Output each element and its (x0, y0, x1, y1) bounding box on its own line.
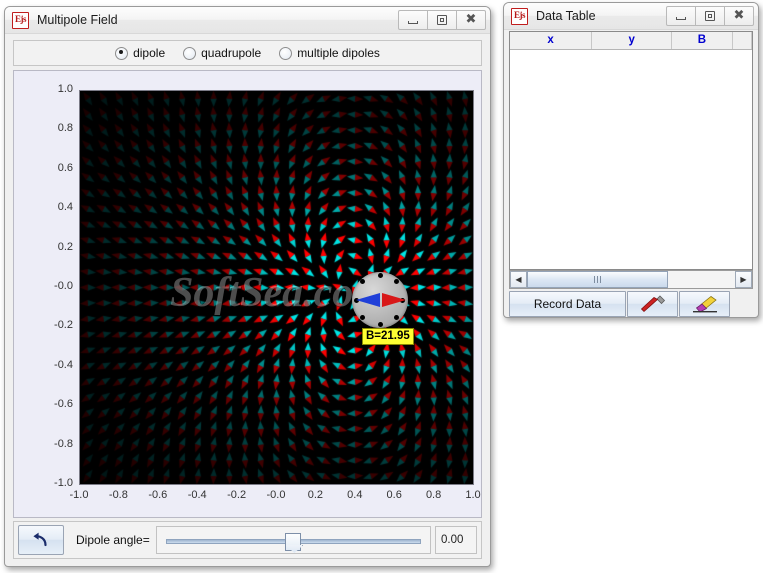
wrench-icon (640, 295, 665, 313)
maximize-button[interactable] (695, 6, 725, 26)
y-axis-tick-label: -0.6 (54, 398, 73, 411)
data-table-column-header[interactable]: y (592, 32, 673, 49)
broom-icon (692, 296, 717, 313)
radio-multiple-dipoles-icon (279, 46, 293, 60)
close-icon: ✖ (465, 12, 477, 27)
radio-quadrupole[interactable]: quadrupole (183, 46, 261, 60)
x-axis-tick-label: 0.2 (307, 489, 324, 501)
y-axis-tick-label: 0.4 (57, 201, 73, 214)
y-axis-tick-label: 0.8 (57, 122, 73, 135)
slider-thumb[interactable] (285, 533, 302, 551)
data-table-header: xyB (510, 32, 752, 50)
scroll-right-arrow-icon[interactable]: ▶ (735, 271, 752, 288)
dipole-angle-label: Dipole angle= (76, 533, 150, 547)
reset-button[interactable] (18, 525, 64, 555)
field-plot-panel: 1.0 0.8 0.6 0.4 0.2 -0.0 -0.2 -0.4 -0.6 -0.8 -1.0 … (13, 70, 482, 518)
data-table-column-header[interactable]: x (510, 32, 593, 49)
data-table-buttons: Record Data (509, 291, 753, 317)
x-axis-tick-label: -0.8 (108, 489, 128, 501)
x-axis-tick-label: 0.6 (386, 489, 402, 501)
data-table-column-header[interactable]: B (672, 32, 733, 49)
close-button[interactable]: ✖ (724, 6, 754, 26)
data-table-window: Ejs Data Table ✖ xyB ◀ ▶ Record Data (503, 2, 759, 318)
minimize-button[interactable] (398, 10, 428, 30)
clear-data-button[interactable] (679, 291, 730, 317)
x-axis-tick-label: 0.4 (347, 489, 363, 501)
dipole-angle-value[interactable]: 0.00 (435, 526, 477, 554)
x-axis-tick-label: -0.4 (187, 489, 207, 501)
handle-pin (377, 273, 383, 278)
ejs-app-icon: Ejs (12, 11, 29, 29)
data-window-title: Data Table (536, 9, 596, 23)
x-axis-tick-label: 0.8 (425, 489, 442, 501)
main-titlebar[interactable]: Ejs Multipole Field ✖ (5, 7, 490, 34)
minimize-icon (408, 21, 418, 24)
radio-dipole[interactable]: dipole (115, 46, 165, 60)
controls-toolbar: Dipole angle= 0.00 (13, 521, 482, 559)
data-table-column-header[interactable] (733, 32, 752, 49)
close-icon: ✖ (733, 8, 745, 23)
handle-pin (394, 279, 399, 284)
close-button[interactable]: ✖ (456, 10, 486, 30)
radio-dipole-icon (115, 46, 129, 60)
y-axis-tick-label: -1.0 (54, 477, 73, 489)
minimize-icon (676, 17, 686, 20)
field-readout-tooltip: B=21.95 (362, 328, 414, 345)
x-axis-tick-label: -1.0 (69, 489, 89, 501)
y-axis-tick-label: -0.0 (54, 280, 73, 292)
maximize-button[interactable] (427, 10, 457, 30)
main-window-controls: ✖ (398, 10, 486, 30)
scrollbar-track[interactable] (527, 271, 735, 288)
handle-pin (377, 322, 383, 327)
handle-pin (360, 315, 365, 320)
radio-multiple-dipoles-label: multiple dipoles (297, 46, 380, 60)
ejs-app-icon: Ejs (511, 7, 528, 25)
minimize-button[interactable] (666, 6, 696, 26)
y-axis-tick-label: -0.4 (54, 358, 73, 371)
x-axis-tick-label: -0.2 (227, 489, 247, 501)
vector-field-canvas[interactable] (80, 91, 473, 484)
dipole-angle-slider[interactable] (155, 526, 431, 554)
main-window-body: dipole quadrupole multiple dipoles 1.0 0.… (9, 35, 486, 562)
data-window-controls: ✖ (666, 6, 754, 26)
vector-field-plot[interactable]: SoftSea.com B=21.95 (79, 90, 474, 485)
data-titlebar[interactable]: Ejs Data Table ✖ (504, 3, 758, 30)
radio-multiple-dipoles[interactable]: multiple dipoles (279, 46, 380, 60)
x-axis-tick-label: 1.0 (465, 489, 481, 501)
y-axis-tick-label: 0.6 (57, 161, 73, 174)
y-axis-tick-label: -0.2 (54, 319, 73, 332)
dipole-moment-arrow (356, 293, 406, 307)
radio-quadrupole-icon (183, 46, 197, 60)
x-axis-tick-label: -0.6 (148, 489, 168, 501)
data-window-body: xyB ◀ ▶ Record Data (508, 31, 754, 317)
y-axis-tick-label: 1.0 (57, 83, 73, 95)
record-data-button[interactable]: Record Data (509, 291, 626, 317)
scrollbar-thumb[interactable] (527, 271, 669, 288)
maximize-icon (705, 11, 715, 21)
field-type-radio-group: dipole quadrupole multiple dipoles (13, 40, 482, 66)
multipole-field-window: Ejs Multipole Field ✖ dipole quadrupole … (4, 6, 491, 567)
y-axis-tick-label: -0.8 (54, 437, 73, 450)
reset-icon (33, 532, 47, 547)
main-window-title: Multipole Field (37, 13, 118, 27)
x-axis-tick-label: -0.0 (266, 489, 286, 501)
data-table-hscrollbar[interactable]: ◀ ▶ (509, 270, 753, 289)
handle-pin (360, 279, 365, 284)
radio-dipole-label: dipole (133, 46, 166, 60)
handle-pin (394, 315, 399, 320)
y-axis-tick-label: 0.2 (57, 240, 73, 253)
scroll-left-arrow-icon[interactable]: ◀ (510, 271, 527, 288)
maximize-icon (437, 15, 447, 25)
tools-button[interactable] (627, 291, 678, 317)
radio-quadrupole-label: quadrupole (201, 46, 262, 60)
data-table[interactable]: xyB (509, 31, 753, 270)
